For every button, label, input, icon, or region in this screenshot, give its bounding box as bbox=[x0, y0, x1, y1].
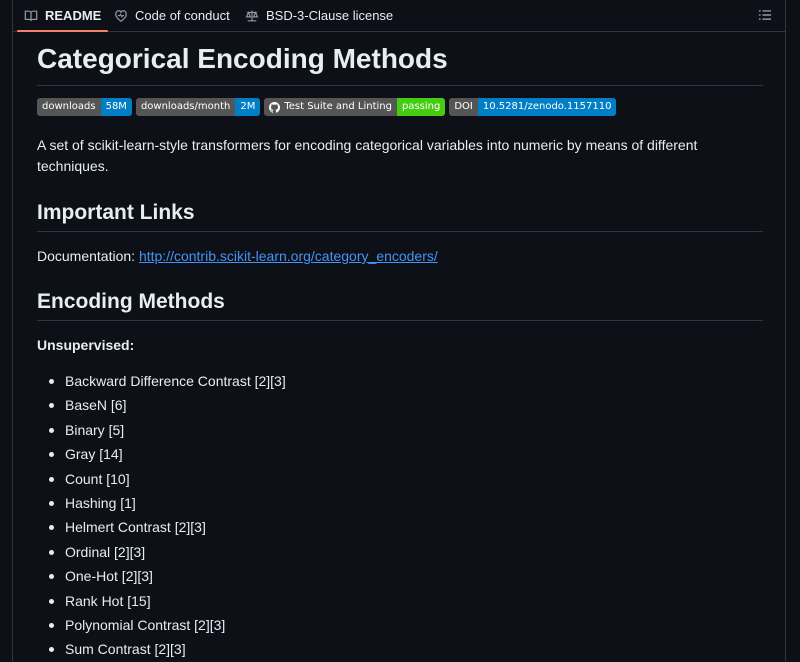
badge-test-suite-key-wrap: Test Suite and Linting bbox=[264, 98, 397, 116]
list-item: Gray [14] bbox=[49, 442, 286, 466]
badge-test-suite[interactable]: Test Suite and Linting passing bbox=[264, 98, 446, 116]
list-item: Helmert Contrast [2][3] bbox=[49, 515, 286, 539]
badge-downloads-key: downloads bbox=[37, 98, 101, 116]
tab-code-of-conduct-label: Code of conduct bbox=[135, 8, 230, 23]
list-item: Sum Contrast [2][3] bbox=[49, 637, 286, 661]
law-icon bbox=[245, 9, 259, 21]
list-item: Hashing [1] bbox=[49, 491, 286, 515]
badge-downloads-month-key: downloads/month bbox=[135, 98, 236, 116]
readme-tab-bar: README Code of conduct BSD-3-Clause lice… bbox=[12, 0, 786, 32]
list-item: Polynomial Contrast [2][3] bbox=[49, 613, 286, 637]
list-icon bbox=[758, 10, 772, 20]
list-item: BaseN [6] bbox=[49, 393, 286, 417]
badge-downloads-value: 58M bbox=[100, 98, 132, 116]
tab-license-label: BSD-3-Clause license bbox=[266, 8, 394, 23]
documentation-label: Documentation: bbox=[37, 248, 139, 264]
unsupervised-label: Unsupervised: bbox=[37, 337, 135, 353]
tab-license[interactable]: BSD-3-Clause license bbox=[245, 0, 393, 31]
list-item: Backward Difference Contrast [2][3] bbox=[49, 369, 286, 393]
badge-downloads-month[interactable]: downloads/month 2M bbox=[135, 98, 261, 116]
badge-doi-value: 10.5281/zenodo.1157110 bbox=[477, 98, 617, 116]
badge-doi[interactable]: DOI 10.5281/zenodo.1157110 bbox=[449, 98, 617, 116]
badge-row: downloads 58M downloads/month 2M Test Su… bbox=[37, 98, 617, 116]
badge-doi-key: DOI bbox=[449, 98, 478, 116]
list-item: Rank Hot [15] bbox=[49, 589, 286, 613]
list-item: Count [10] bbox=[49, 467, 286, 491]
list-item: One-Hot [2][3] bbox=[49, 564, 286, 588]
heading-encoding-methods: Encoding Methods bbox=[37, 289, 763, 321]
tab-readme[interactable]: README bbox=[16, 0, 109, 32]
heart-icon bbox=[115, 9, 127, 22]
list-item: Ordinal [2][3] bbox=[49, 540, 286, 564]
github-icon bbox=[269, 101, 281, 113]
page-title: Categorical Encoding Methods bbox=[37, 43, 763, 86]
outline-button[interactable] bbox=[754, 4, 776, 26]
badge-test-suite-key: Test Suite and Linting bbox=[284, 101, 392, 112]
badge-test-suite-value: passing bbox=[396, 98, 446, 116]
unsupervised-methods-list: Backward Difference Contrast [2][3] Base… bbox=[37, 369, 286, 662]
list-item: Binary [5] bbox=[49, 418, 286, 442]
documentation-line: Documentation: http://contrib.scikit-lea… bbox=[37, 246, 438, 267]
heading-important-links: Important Links bbox=[37, 200, 763, 232]
badge-downloads[interactable]: downloads 58M bbox=[37, 98, 132, 116]
badge-downloads-month-value: 2M bbox=[235, 98, 261, 116]
book-icon bbox=[24, 10, 38, 21]
documentation-link[interactable]: http://contrib.scikit-learn.org/category… bbox=[139, 248, 438, 264]
tab-code-of-conduct[interactable]: Code of conduct bbox=[114, 0, 230, 31]
description: A set of scikit-learn-style transformers… bbox=[37, 137, 698, 174]
tab-readme-label: README bbox=[45, 8, 102, 23]
